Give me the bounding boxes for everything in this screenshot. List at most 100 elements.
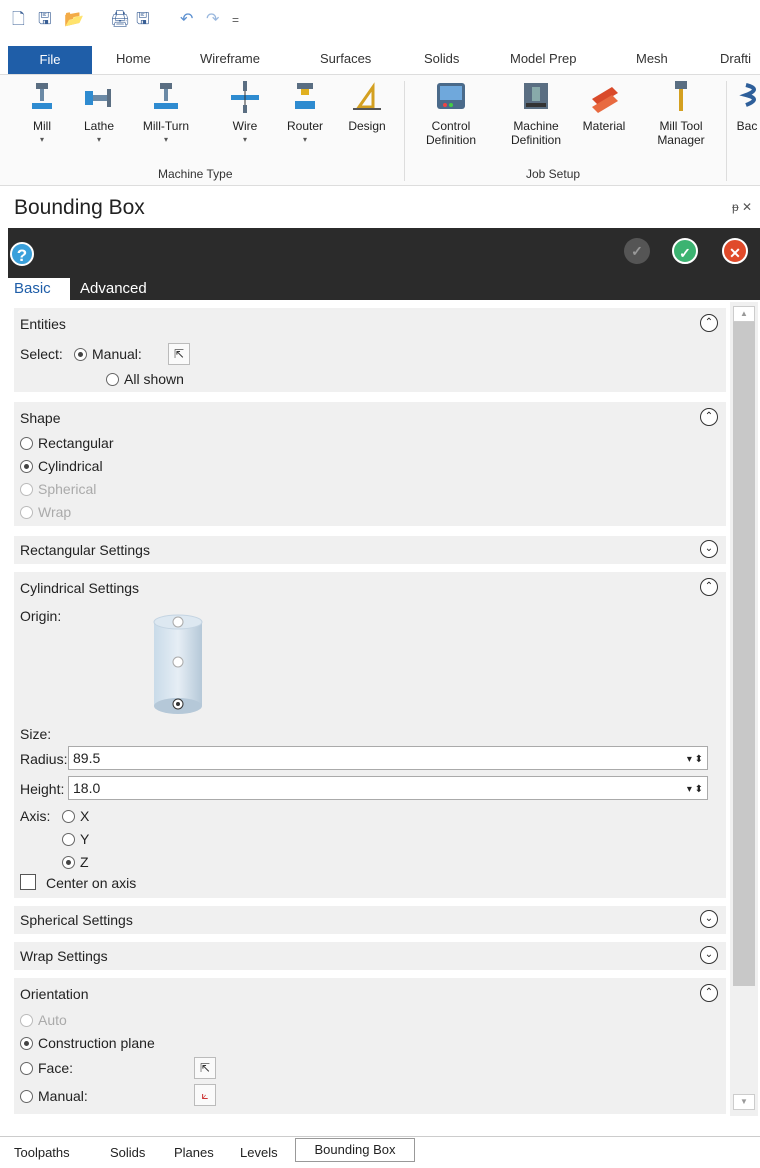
group-job-setup: Job Setup [526, 167, 581, 181]
select-entities-cursor-icon[interactable]: ⇱ [168, 343, 190, 365]
axis-z-radio[interactable] [62, 856, 75, 869]
origin-top-point[interactable] [172, 616, 184, 628]
mill-turn-button[interactable]: Mill-Turn ▾ [132, 81, 200, 144]
axis-x-label: X [80, 808, 90, 824]
help-icon[interactable]: ? [10, 242, 34, 266]
backplot-button[interactable]: Bac [734, 81, 760, 133]
expand-rectangular-icon[interactable]: ⌄ [700, 540, 718, 558]
tab-mesh[interactable]: Mesh [636, 51, 668, 66]
panel-scrollbar[interactable]: ▲ ▼ [730, 302, 758, 1116]
mill-tool-manager-button[interactable]: Mill Tool Manager [646, 81, 716, 147]
cylindrical-settings-header: Cylindrical Settings [20, 580, 140, 596]
save-as-icon[interactable]: 🖫 [136, 12, 150, 28]
shape-header: Shape [20, 410, 61, 426]
print-icon[interactable]: 🖨 [110, 12, 130, 28]
pin-close-icons[interactable]: ᵽ ✕ [732, 200, 752, 214]
rectangular-radio[interactable] [20, 437, 33, 450]
tab-toolpaths[interactable]: Toolpaths [14, 1145, 70, 1160]
scroll-thumb[interactable] [733, 322, 755, 986]
height-input[interactable]: 18.0 ▾ ⬍ [68, 776, 708, 800]
ribbon-separator-2 [726, 81, 727, 181]
ok-check-icon[interactable]: ✓ [672, 238, 698, 264]
ok-and-create-new-icon[interactable]: ✓ [624, 238, 650, 264]
tab-surfaces[interactable]: Surfaces [320, 51, 371, 66]
shape-section: Shape ⌃ Rectangular Cylindrical Spherica… [14, 402, 726, 526]
orientation-section: Orientation ⌃ Auto Construction plane Fa… [14, 978, 726, 1114]
design-button[interactable]: Design [340, 81, 394, 133]
cancel-x-icon[interactable]: ✕ [722, 238, 748, 264]
spherical-label: Spherical [38, 481, 97, 497]
scroll-up-icon[interactable]: ▲ [733, 306, 755, 322]
entities-section: Entities ⌃ Select: Manual: ⇱ All shown [14, 308, 726, 392]
tab-bounding-box[interactable]: Bounding Box [295, 1138, 415, 1162]
quick-access-toolbar: 🗋 🖫 📂 🖨 🖫 ↶ ↷ = [0, 0, 760, 40]
wrap-label: Wrap [38, 504, 72, 520]
machine-definition-icon [524, 83, 548, 109]
cylinder-origin-picker[interactable] [144, 614, 212, 720]
tab-advanced[interactable]: Advanced [80, 278, 147, 300]
orientation-header: Orientation [20, 986, 89, 1002]
manual-axes-icon[interactable]: ⟀ [194, 1084, 216, 1106]
mill-button[interactable]: Mill ▾ [22, 81, 62, 144]
redo-icon[interactable]: ↷ [206, 12, 219, 28]
center-on-axis-checkbox[interactable] [20, 874, 36, 890]
design-label: Design [348, 119, 386, 133]
expand-wrap-icon[interactable]: ⌄ [700, 946, 718, 964]
tab-drafting[interactable]: Drafti [720, 51, 751, 66]
cylindrical-radio[interactable] [20, 460, 33, 473]
tab-solids[interactable]: Solids [424, 51, 459, 66]
radius-value: 89.5 [73, 750, 101, 766]
tab-model-prep[interactable]: Model Prep [510, 51, 576, 66]
collapse-orientation-icon[interactable]: ⌃ [700, 984, 718, 1002]
orientation-manual-radio[interactable] [20, 1090, 33, 1103]
height-spinner-icon[interactable]: ▾ ⬍ [687, 779, 703, 801]
tab-basic[interactable]: Basic [8, 278, 70, 300]
face-radio[interactable] [20, 1062, 33, 1075]
radius-spinner-icon[interactable]: ▾ ⬍ [687, 749, 703, 771]
undo-icon[interactable]: ↶ [180, 12, 193, 28]
all-shown-radio[interactable] [106, 373, 119, 386]
mill-icon [32, 83, 52, 109]
wire-button[interactable]: Wire ▾ [224, 81, 266, 144]
construction-plane-radio[interactable] [20, 1037, 33, 1050]
axis-y-radio[interactable] [62, 833, 75, 846]
axis-label: Axis: [20, 808, 51, 824]
scroll-down-icon[interactable]: ▼ [733, 1094, 755, 1110]
collapse-entities-icon[interactable]: ⌃ [700, 314, 718, 332]
entities-header: Entities [20, 316, 66, 332]
customize-qat-icon[interactable]: = [232, 12, 239, 28]
tab-solids-manager[interactable]: Solids [110, 1145, 145, 1160]
spherical-settings-header: Spherical Settings [20, 912, 133, 928]
manual-label: Manual: [92, 346, 142, 362]
wire-icon [231, 81, 259, 113]
tab-file[interactable]: File [8, 46, 92, 74]
mill-turn-icon [154, 83, 178, 109]
material-button[interactable]: Material [564, 81, 644, 133]
tab-levels[interactable]: Levels [240, 1145, 278, 1160]
radius-label: Radius: [20, 751, 68, 767]
radius-input[interactable]: 89.5 ▾ ⬍ [68, 746, 708, 770]
select-face-cursor-icon[interactable]: ⇱ [194, 1057, 216, 1079]
material-label: Material [582, 119, 626, 133]
open-icon[interactable]: 📂 [64, 12, 84, 28]
origin-middle-point[interactable] [172, 656, 184, 668]
lathe-button[interactable]: Lathe ▾ [76, 81, 122, 144]
machine-definition-label-1: Machine [513, 119, 559, 133]
router-button[interactable]: Router ▾ [280, 81, 330, 144]
tab-wireframe[interactable]: Wireframe [200, 51, 260, 66]
tab-home[interactable]: Home [116, 51, 151, 66]
collapse-shape-icon[interactable]: ⌃ [700, 408, 718, 426]
mill-tool-manager-label-1: Mill Tool [659, 119, 703, 133]
collapse-cylindrical-icon[interactable]: ⌃ [700, 578, 718, 596]
origin-label: Origin: [20, 608, 62, 624]
save-icon[interactable]: 🖫 [38, 12, 52, 28]
control-definition-icon [437, 83, 465, 109]
axis-x-radio[interactable] [62, 810, 75, 823]
select-label: Select: [20, 346, 63, 362]
tab-planes[interactable]: Planes [174, 1145, 214, 1160]
expand-spherical-icon[interactable]: ⌄ [700, 910, 718, 928]
control-definition-button[interactable]: Control Definition [416, 81, 486, 147]
new-file-icon[interactable]: 🗋 [12, 12, 25, 28]
manual-radio[interactable] [74, 348, 87, 361]
material-icon [592, 87, 618, 113]
